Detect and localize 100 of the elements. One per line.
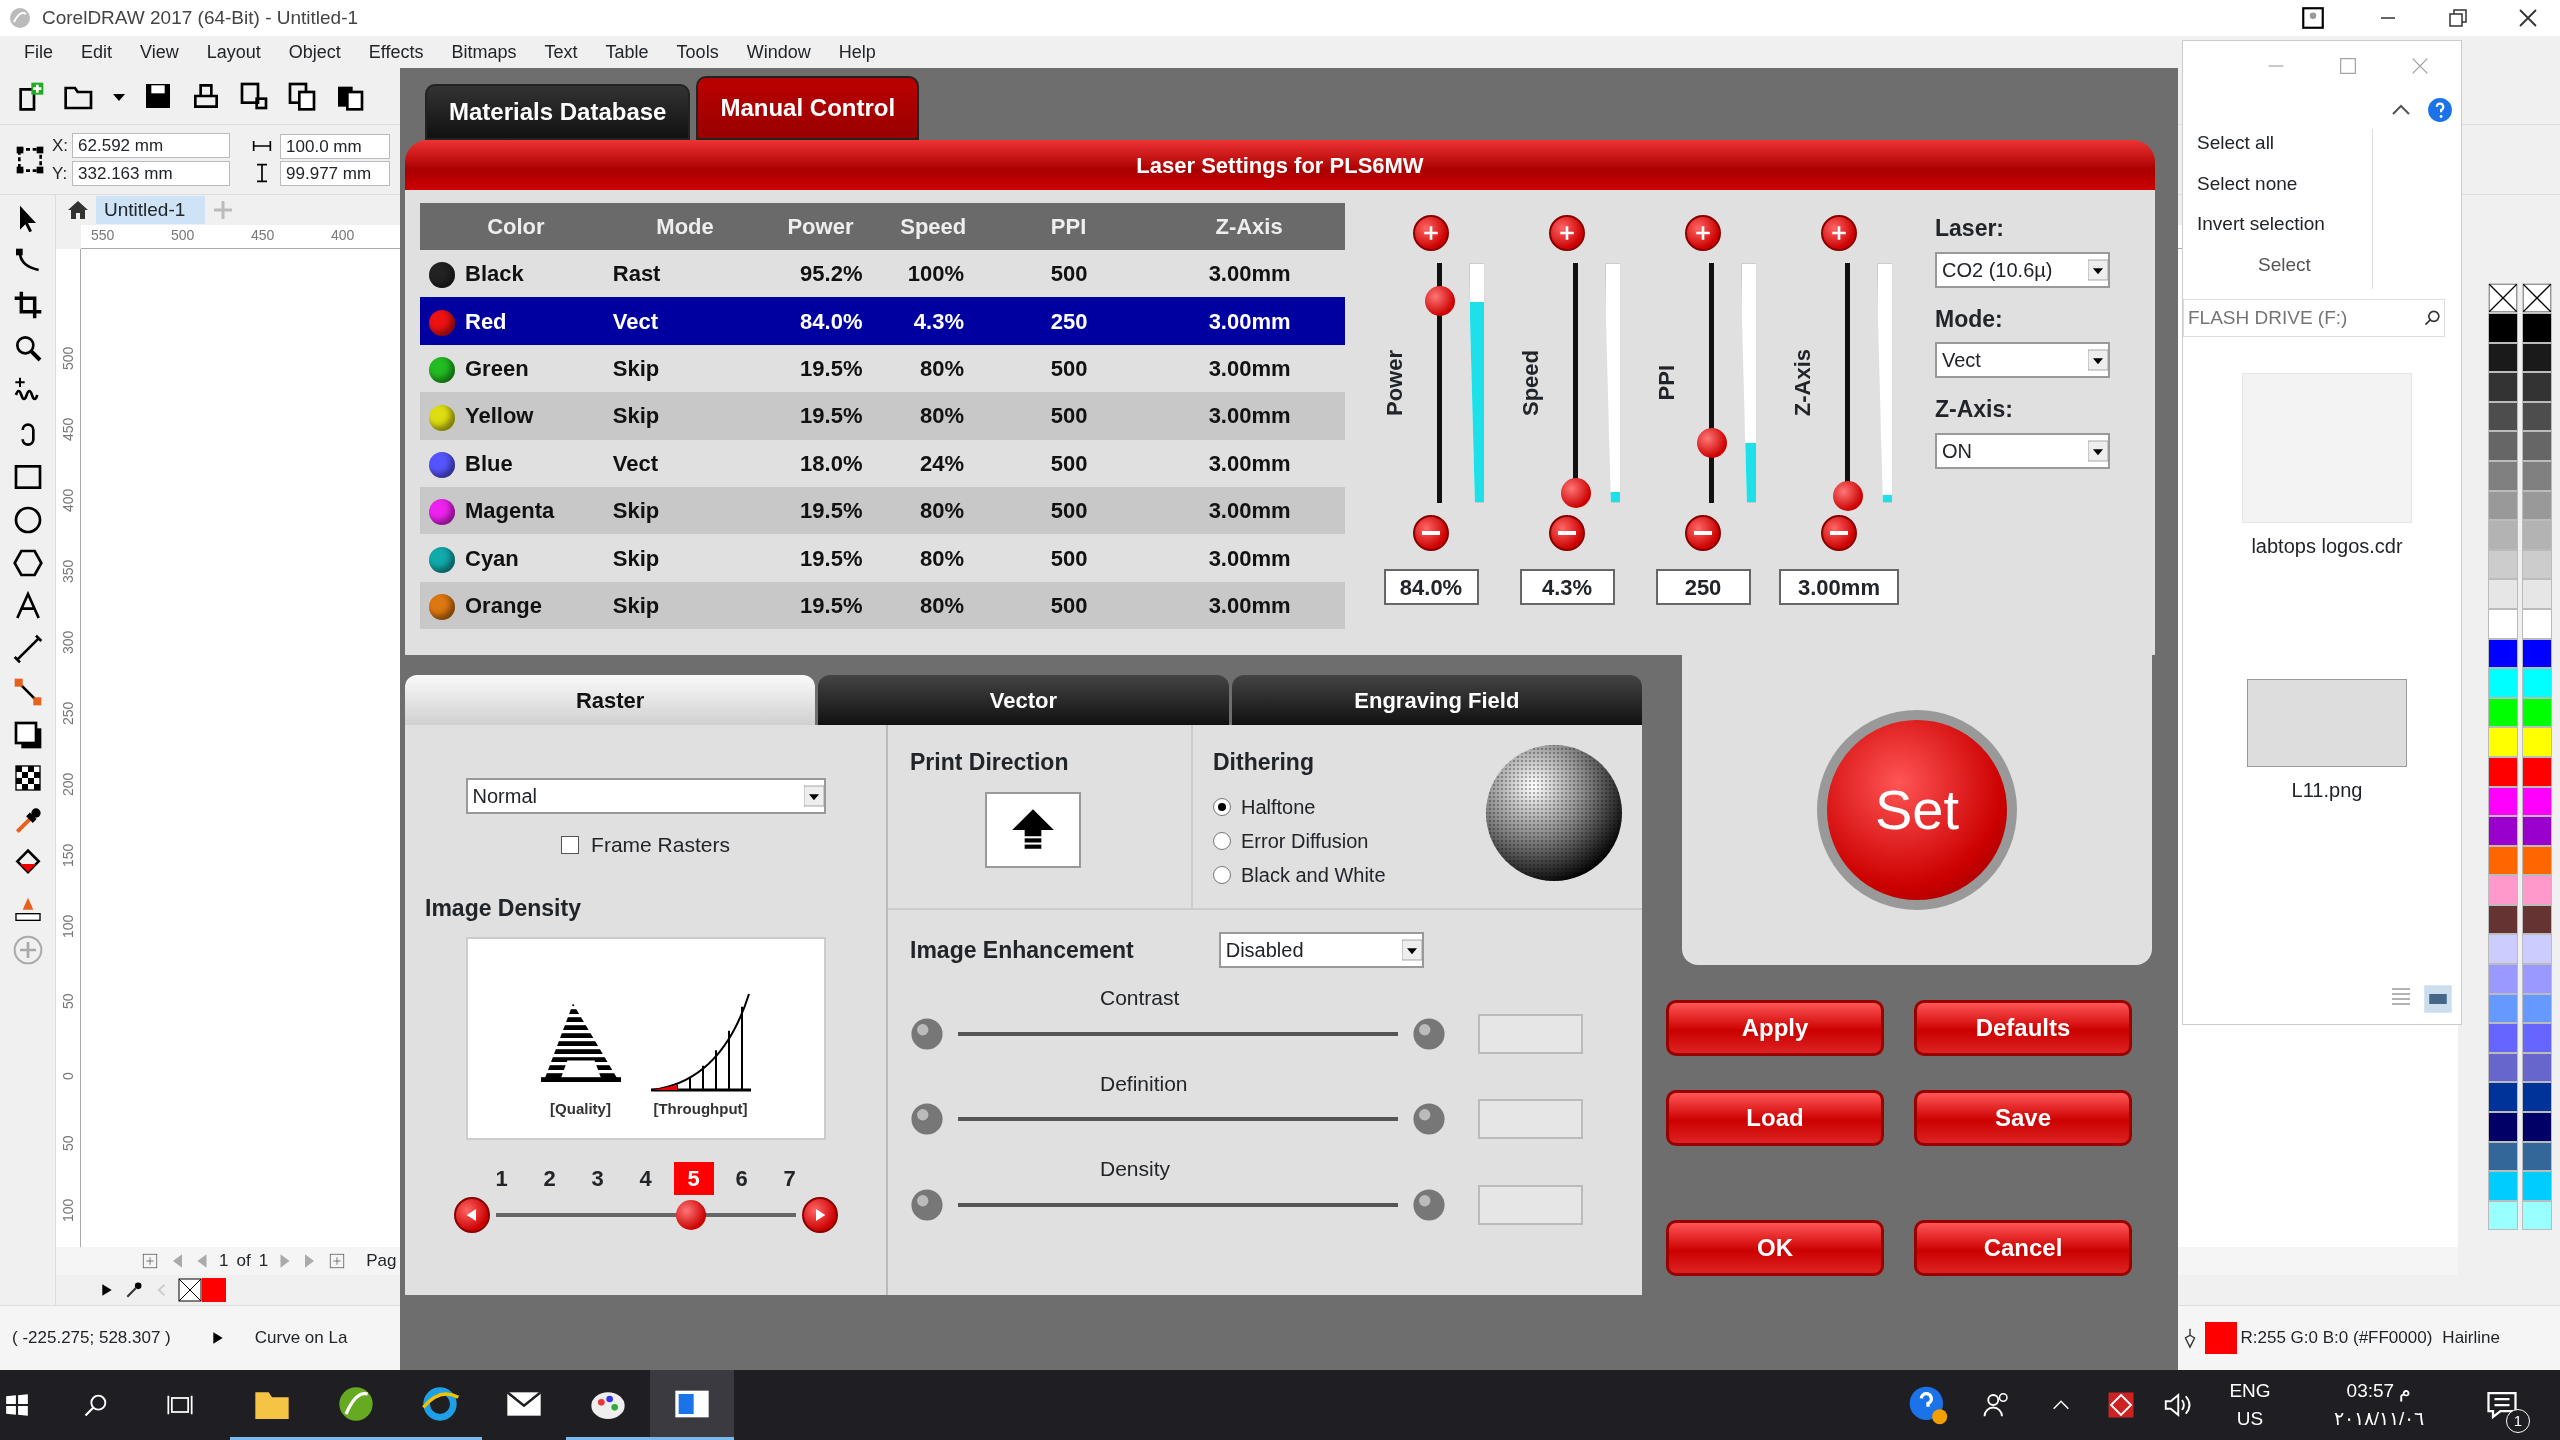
step-number[interactable]: 6 (721, 1162, 762, 1195)
y-position-field[interactable]: 332.163 mm (72, 160, 231, 186)
menu-item[interactable]: File (10, 38, 67, 66)
color-swatch[interactable] (2488, 1171, 2518, 1201)
color-swatch[interactable] (2488, 460, 2518, 491)
menu-item[interactable]: Help (824, 38, 890, 66)
dialog-button[interactable]: OK (1666, 1220, 1884, 1276)
no-color-swatch[interactable] (178, 1278, 202, 1302)
color-swatch[interactable] (2522, 1082, 2552, 1113)
color-swatch[interactable] (2488, 638, 2518, 669)
color-swatch[interactable] (2488, 313, 2518, 343)
color-swatch[interactable] (2488, 608, 2518, 639)
table-row[interactable]: Black Rast 95.2% 100% 500 3.00mm (420, 250, 1345, 298)
menu-item[interactable]: Tools (662, 38, 733, 66)
document-tab[interactable]: Untitled-1 (96, 196, 206, 224)
height-field[interactable]: 99.977 mm (280, 160, 391, 186)
picture-frame-icon[interactable] (2300, 5, 2326, 31)
table-row[interactable]: Yellow Skip 19.5% 80% 500 3.00mm (420, 392, 1345, 440)
dropdown[interactable]: Normal (465, 778, 826, 814)
tab[interactable]: Raster (405, 675, 816, 725)
color-swatch[interactable] (2488, 727, 2518, 757)
color-swatch[interactable] (2522, 490, 2552, 521)
increase-button[interactable] (1413, 215, 1449, 251)
windows-logo-icon[interactable] (4, 1392, 30, 1418)
no-color-swatch[interactable] (2522, 283, 2552, 313)
tab[interactable]: Engraving Field (1231, 675, 1642, 725)
dropdown[interactable]: Disabled (1218, 932, 1424, 968)
color-swatch[interactable] (2488, 668, 2518, 698)
dialog-button[interactable]: Load (1666, 1090, 1884, 1146)
radio-button[interactable] (1213, 797, 1231, 816)
x-position-field[interactable]: 62.592 mm (72, 133, 231, 159)
restore-icon[interactable] (2446, 6, 2470, 30)
color-swatch[interactable] (2522, 904, 2552, 935)
color-swatch[interactable] (2488, 993, 2518, 1024)
step-number[interactable]: 1 (481, 1162, 522, 1195)
color-swatch[interactable] (2522, 549, 2552, 580)
table-row[interactable]: Blue Vect 18.0% 24% 500 3.00mm (420, 439, 1345, 487)
up-arrow-button[interactable] (985, 791, 1081, 868)
color-swatch[interactable] (2522, 1171, 2552, 1201)
color-swatch[interactable] (2488, 1082, 2518, 1113)
knob-icon[interactable] (1412, 1016, 1446, 1051)
color-swatch[interactable] (2488, 490, 2518, 521)
color-swatch[interactable] (2522, 934, 2552, 965)
color-swatch[interactable] (2488, 1023, 2518, 1053)
color-swatch[interactable] (2522, 786, 2552, 817)
value-field[interactable] (1478, 1099, 1583, 1139)
step-number[interactable]: 7 (769, 1162, 810, 1195)
ribbon-command[interactable]: Select none (2197, 169, 2372, 198)
help-icon[interactable] (2427, 97, 2453, 123)
play-icon[interactable] (210, 1331, 225, 1345)
previous-button[interactable] (453, 1197, 490, 1233)
menu-item[interactable]: Table (591, 38, 663, 66)
increase-button[interactable] (1821, 215, 1857, 251)
color-swatch[interactable] (2488, 816, 2518, 846)
play-icon[interactable] (100, 1283, 114, 1297)
step-number[interactable]: 2 (529, 1162, 570, 1195)
color-swatch[interactable] (2522, 1052, 2552, 1083)
color-swatch[interactable] (2488, 845, 2518, 876)
value-field[interactable]: 4.3% (1519, 569, 1615, 605)
color-swatch[interactable] (2522, 697, 2552, 728)
tab[interactable]: Vector (818, 675, 1229, 725)
step-number[interactable]: 4 (625, 1162, 666, 1195)
color-swatch[interactable] (2522, 1023, 2552, 1053)
color-swatch[interactable] (2488, 520, 2518, 550)
home-icon[interactable] (66, 198, 90, 222)
dialog-button[interactable]: Apply (1666, 1000, 1884, 1056)
dialog-button[interactable]: Cancel (1914, 1220, 2132, 1276)
color-swatch[interactable] (2488, 579, 2518, 609)
slider-track[interactable] (958, 1202, 1398, 1207)
value-field[interactable]: 84.0% (1383, 569, 1479, 605)
color-swatch[interactable] (2522, 816, 2552, 846)
knob-icon[interactable] (910, 1016, 944, 1051)
menu-item[interactable]: Text (530, 38, 592, 66)
radio-button[interactable] (1213, 865, 1231, 884)
color-swatch[interactable] (2522, 431, 2552, 461)
page-tab[interactable]: Pag (366, 1248, 397, 1274)
color-swatch[interactable] (2522, 756, 2552, 787)
knob-icon[interactable] (1412, 1102, 1446, 1136)
slider-thumb[interactable] (1832, 480, 1863, 511)
help-bubble-icon[interactable] (1908, 1385, 1948, 1425)
value-field[interactable] (1478, 1184, 1583, 1225)
color-swatch[interactable] (2488, 401, 2518, 432)
color-swatch[interactable] (2488, 372, 2518, 402)
decrease-button[interactable] (1549, 515, 1585, 551)
file-name[interactable]: L11.png (2291, 775, 2363, 805)
dropdown[interactable]: ON (1935, 432, 2110, 469)
color-swatch[interactable] (2522, 1200, 2552, 1231)
diamond-icon[interactable] (2106, 1390, 2136, 1420)
color-swatch[interactable] (2522, 460, 2552, 491)
color-swatch[interactable] (2522, 875, 2552, 905)
color-swatch[interactable] (2488, 549, 2518, 580)
color-swatch[interactable] (2488, 697, 2518, 728)
color-swatch[interactable] (2488, 934, 2518, 965)
color-swatch[interactable] (2522, 993, 2552, 1024)
color-swatch[interactable] (2488, 904, 2518, 935)
large-icons-view-icon[interactable] (2423, 984, 2453, 1014)
ribbon-command[interactable]: Select all (2197, 129, 2372, 158)
step-number[interactable]: 5 (673, 1162, 714, 1195)
table-row[interactable]: Green Skip 19.5% 80% 500 3.00mm (420, 344, 1345, 393)
color-swatch[interactable] (2522, 372, 2552, 402)
